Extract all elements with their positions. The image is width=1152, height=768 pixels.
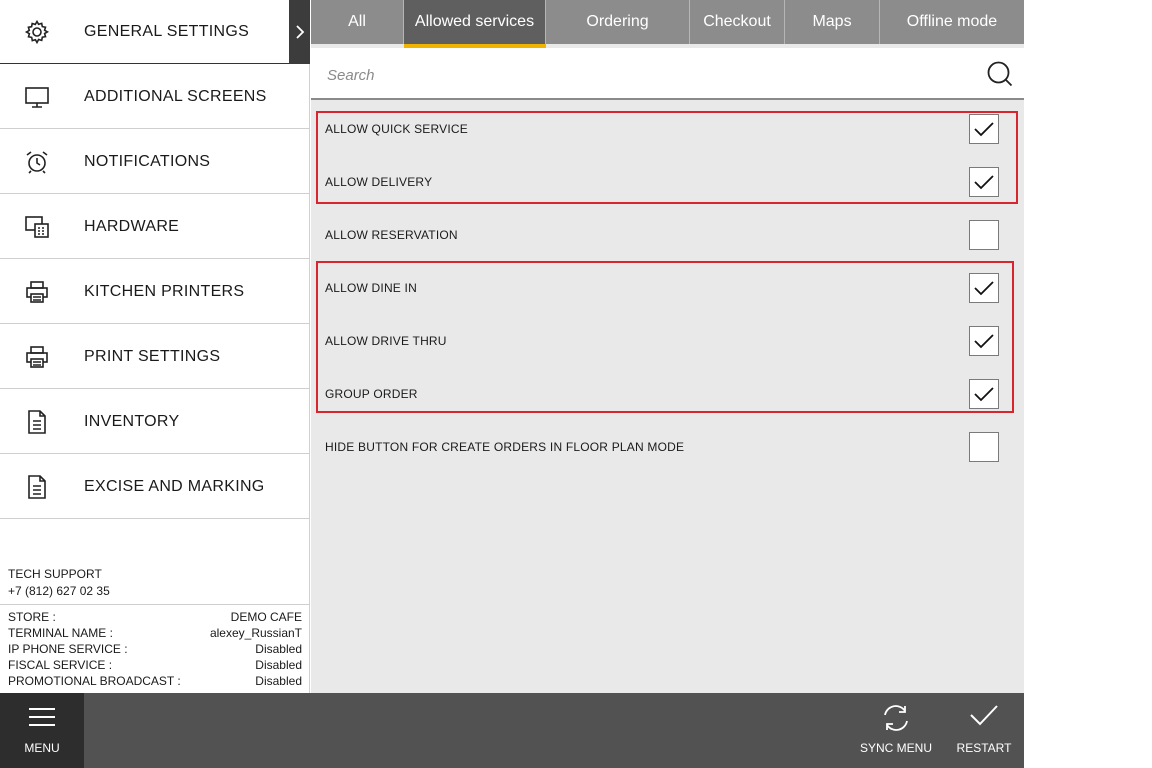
checkbox[interactable] xyxy=(969,166,999,197)
info-row: FISCAL SERVICE : Disabled xyxy=(8,657,302,673)
info-key: TERMINAL NAME : xyxy=(8,626,113,640)
info-row: TERMINAL NAME : alexey_RussianT xyxy=(8,625,302,641)
checkmark-icon xyxy=(974,174,994,189)
option-allow-drive-thru: ALLOW DRIVE THRU xyxy=(311,314,1024,367)
sidebar-item-label: KITCHEN PRINTERS xyxy=(84,282,245,300)
tab-label: All xyxy=(348,13,366,30)
search-bar xyxy=(311,48,1024,100)
option-allow-reservation: ALLOW RESERVATION xyxy=(311,208,1024,261)
chevron-right-icon[interactable] xyxy=(289,0,310,64)
printer-icon xyxy=(26,280,48,303)
settings-main-panel: All Allowed services Ordering Checkout M… xyxy=(311,0,1024,693)
option-label: ALLOW DINE IN xyxy=(325,280,417,295)
sidebar-item-inventory[interactable]: INVENTORY xyxy=(0,390,310,454)
tab-label: Ordering xyxy=(586,13,649,30)
info-key: STORE : xyxy=(8,610,56,624)
option-label: ALLOW DRIVE THRU xyxy=(325,333,447,348)
option-label: GROUP ORDER xyxy=(325,386,418,401)
option-allow-dine-in: ALLOW DINE IN xyxy=(311,261,1024,314)
tech-support: TECH SUPPORT +7 (812) 627 02 35 xyxy=(8,566,110,600)
sidebar-item-notifications[interactable]: NOTIFICATIONS xyxy=(0,130,310,194)
sidebar-item-general-settings[interactable]: GENERAL SETTINGS xyxy=(0,0,310,64)
hamburger-menu-icon xyxy=(29,708,55,726)
tab-checkout[interactable]: Checkout xyxy=(690,0,785,44)
info-value: Disabled xyxy=(255,658,302,672)
settings-sidebar: GENERAL SETTINGS ADDITIONAL SCREENS NOTI… xyxy=(0,0,310,693)
option-group-order: GROUP ORDER xyxy=(311,367,1024,420)
info-key: IP PHONE SERVICE : xyxy=(8,642,128,656)
info-value: DEMO CAFE xyxy=(230,610,302,624)
tab-label: Checkout xyxy=(703,13,771,30)
sync-menu-label: SYNC MENU xyxy=(859,741,932,755)
option-label: ALLOW DELIVERY xyxy=(325,174,433,189)
checkmark-icon xyxy=(974,386,994,401)
settings-tabs: All Allowed services Ordering Checkout M… xyxy=(311,0,1024,48)
checkmark-icon xyxy=(970,705,998,726)
info-value: Disabled xyxy=(255,642,302,656)
tab-maps[interactable]: Maps xyxy=(785,0,880,44)
sidebar-item-kitchen-printers[interactable]: KITCHEN PRINTERS xyxy=(0,260,310,324)
sync-menu-button[interactable]: SYNC MENU xyxy=(856,693,936,768)
option-label: ALLOW RESERVATION xyxy=(325,227,458,242)
checkbox[interactable] xyxy=(969,113,999,144)
sidebar-item-label: EXCISE AND MARKING xyxy=(84,477,265,495)
monitor-icon xyxy=(25,86,49,108)
terminal-info: STORE : DEMO CAFE TERMINAL NAME : alexey… xyxy=(0,604,310,689)
checkbox[interactable] xyxy=(969,272,999,303)
checkbox[interactable] xyxy=(969,431,999,462)
tech-support-label: TECH SUPPORT xyxy=(8,567,102,581)
checkmark-icon xyxy=(974,333,994,348)
option-allow-quick-service: ALLOW QUICK SERVICE xyxy=(311,102,1024,155)
tab-allowed-services[interactable]: Allowed services xyxy=(404,0,546,48)
alarm-clock-icon xyxy=(26,150,48,174)
sidebar-item-label: ADDITIONAL SCREENS xyxy=(84,87,267,105)
info-value: alexey_RussianT xyxy=(209,626,302,640)
restart-button[interactable]: RESTART xyxy=(944,693,1024,768)
checkbox[interactable] xyxy=(969,219,999,250)
tab-offline-mode[interactable]: Offline mode xyxy=(880,0,1024,44)
tech-support-phone: +7 (812) 627 02 35 xyxy=(8,584,110,598)
pos-terminal-icon xyxy=(25,215,49,238)
info-value: Disabled xyxy=(255,674,302,688)
option-label: HIDE BUTTON FOR CREATE ORDERS IN FLOOR P… xyxy=(325,439,685,454)
sidebar-item-excise-and-marking[interactable]: EXCISE AND MARKING xyxy=(0,455,310,519)
info-key: PROMOTIONAL BROADCAST : xyxy=(8,674,181,688)
sidebar-item-print-settings[interactable]: PRINT SETTINGS xyxy=(0,325,310,389)
menu-button[interactable]: MENU xyxy=(0,693,84,768)
search-input[interactable] xyxy=(325,60,969,90)
info-key: FISCAL SERVICE : xyxy=(8,658,113,672)
sidebar-item-hardware[interactable]: HARDWARE xyxy=(0,195,310,259)
tab-label: Maps xyxy=(812,13,852,30)
option-allow-delivery: ALLOW DELIVERY xyxy=(311,155,1024,208)
tab-all[interactable]: All xyxy=(311,0,404,44)
tab-ordering[interactable]: Ordering xyxy=(546,0,690,44)
sidebar-item-label: INVENTORY xyxy=(84,412,180,430)
info-row: STORE : DEMO CAFE xyxy=(8,609,302,625)
sidebar-item-label: NOTIFICATIONS xyxy=(84,152,211,170)
search-icon[interactable] xyxy=(986,60,1014,88)
checkbox[interactable] xyxy=(969,378,999,409)
menu-label: MENU xyxy=(24,741,60,755)
document-icon xyxy=(28,474,46,499)
restart-label: RESTART xyxy=(956,741,1012,755)
tab-label: Allowed services xyxy=(414,13,535,30)
info-row: IP PHONE SERVICE : Disabled xyxy=(8,641,302,657)
option-label: ALLOW QUICK SERVICE xyxy=(325,121,468,136)
checkmark-icon xyxy=(974,280,994,295)
sidebar-item-label: HARDWARE xyxy=(84,217,180,235)
bottom-toolbar: MENU SYNC MENU RESTART xyxy=(0,693,1024,768)
option-hide-create-orders-button: HIDE BUTTON FOR CREATE ORDERS IN FLOOR P… xyxy=(311,420,1024,473)
sidebar-item-additional-screens[interactable]: ADDITIONAL SCREENS xyxy=(0,65,310,129)
checkbox[interactable] xyxy=(969,325,999,356)
printer-icon xyxy=(26,345,48,368)
document-icon xyxy=(28,409,46,434)
sync-icon xyxy=(884,705,908,731)
sidebar-item-label: PRINT SETTINGS xyxy=(84,347,221,365)
gear-icon xyxy=(24,19,50,44)
tab-label: Offline mode xyxy=(906,13,998,30)
info-row: PROMOTIONAL BROADCAST : Disabled xyxy=(8,673,302,689)
sidebar-item-label: GENERAL SETTINGS xyxy=(84,22,250,40)
checkmark-icon xyxy=(974,121,994,136)
